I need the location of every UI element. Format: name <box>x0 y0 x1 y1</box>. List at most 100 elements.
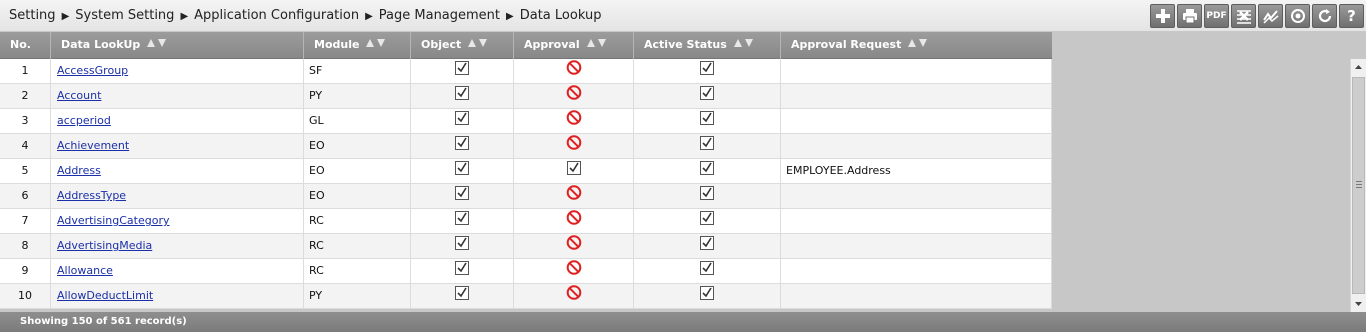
table-row[interactable]: 4 Achievement EO <box>0 134 1052 159</box>
data-lookup-cell: AllowDeductLimit <box>51 284 304 309</box>
print-button[interactable] <box>1177 4 1202 28</box>
approval-cell <box>514 209 634 234</box>
add-button[interactable] <box>1150 4 1175 28</box>
chart-button[interactable] <box>1258 4 1283 28</box>
filter-button[interactable] <box>1285 4 1310 28</box>
table-row[interactable]: 3 accperiod GL <box>0 109 1052 134</box>
approval-request-cell <box>781 109 1052 134</box>
checkbox-checked-icon <box>700 260 714 284</box>
data-lookup-link[interactable]: Account <box>57 89 101 102</box>
data-grid: No. Data LookUp Module Object Approval A… <box>0 32 1366 312</box>
help-icon: ? <box>1347 7 1356 25</box>
breadcrumb-page-management[interactable]: Page Management <box>379 8 500 23</box>
breadcrumb-system-setting[interactable]: System Setting <box>75 8 174 23</box>
approval-cell <box>514 159 634 184</box>
sort-icon[interactable] <box>365 32 387 58</box>
sort-icon[interactable] <box>586 32 608 58</box>
checkbox-checked-icon <box>700 285 714 309</box>
table-row[interactable]: 6 AddressType EO <box>0 184 1052 209</box>
print-icon <box>1182 9 1197 24</box>
table-row[interactable]: 8 AdvertisingMedia RC <box>0 234 1052 259</box>
checkbox-checked-icon <box>700 110 714 134</box>
table-row[interactable]: 1 AccessGroup SF <box>0 59 1052 84</box>
data-lookup-link[interactable]: AllowDeductLimit <box>57 289 153 302</box>
scroll-up-arrow-icon[interactable] <box>1351 59 1366 75</box>
scrollbar-thumb[interactable] <box>1352 77 1365 294</box>
vertical-scrollbar[interactable] <box>1350 59 1366 312</box>
row-number: 10 <box>0 284 51 309</box>
column-header-module[interactable]: Module <box>304 32 411 59</box>
table-row[interactable]: 5 Address EO EMPLOYEE.Address <box>0 159 1052 184</box>
data-lookup-link[interactable]: AddressType <box>57 189 126 202</box>
table-row[interactable]: 10 AllowDeductLimit PY <box>0 284 1052 309</box>
breadcrumb-application-configuration[interactable]: Application Configuration <box>194 8 359 23</box>
not-allowed-icon <box>566 209 582 234</box>
object-cell <box>411 284 514 309</box>
scroll-down-arrow-icon[interactable] <box>1351 296 1366 312</box>
breadcrumb: Setting ▶ System Setting ▶ Application Confi… <box>9 8 601 23</box>
filter-icon <box>1290 9 1305 23</box>
breadcrumb-setting[interactable]: Setting <box>9 8 56 23</box>
table-row[interactable]: 7 AdvertisingCategory RC <box>0 209 1052 234</box>
data-lookup-link[interactable]: Achievement <box>57 139 129 152</box>
sort-icon[interactable] <box>146 32 168 58</box>
data-lookup-cell: AdvertisingMedia <box>51 234 304 259</box>
pdf-button[interactable]: PDF <box>1204 4 1229 28</box>
table-row[interactable]: 9 Allowance RC <box>0 259 1052 284</box>
approval-request-cell <box>781 259 1052 284</box>
object-cell <box>411 184 514 209</box>
data-lookup-link[interactable]: AdvertisingCategory <box>57 214 169 227</box>
column-header-approval[interactable]: Approval <box>514 32 634 59</box>
data-lookup-cell: AdvertisingCategory <box>51 209 304 234</box>
checkbox-checked-icon <box>455 285 469 309</box>
data-lookup-link[interactable]: accperiod <box>57 114 111 127</box>
module-cell: RC <box>304 234 411 259</box>
object-cell <box>411 134 514 159</box>
column-header-no[interactable]: No. <box>0 32 51 59</box>
data-lookup-cell: accperiod <box>51 109 304 134</box>
column-header-object[interactable]: Object <box>411 32 514 59</box>
sort-icon[interactable] <box>733 32 755 58</box>
data-lookup-cell: AccessGroup <box>51 59 304 84</box>
table-row[interactable]: 2 Account PY <box>0 84 1052 109</box>
breadcrumb-arrow-icon: ▶ <box>61 11 70 22</box>
checkbox-checked-icon <box>700 85 714 109</box>
approval-request-cell <box>781 284 1052 309</box>
checkbox-checked-icon <box>700 235 714 259</box>
help-button[interactable]: ? <box>1339 4 1364 28</box>
column-header-active-status[interactable]: Active Status <box>634 32 781 59</box>
active-status-cell <box>634 184 781 209</box>
sort-icon[interactable] <box>907 32 929 58</box>
row-number: 4 <box>0 134 51 159</box>
data-lookup-cell: Achievement <box>51 134 304 159</box>
data-lookup-cell: Allowance <box>51 259 304 284</box>
checkbox-checked-icon <box>700 60 714 84</box>
excel-button[interactable] <box>1231 4 1256 28</box>
module-cell: EO <box>304 184 411 209</box>
checkbox-checked-icon <box>455 185 469 209</box>
top-bar: Setting ▶ System Setting ▶ Application Confi… <box>0 0 1366 32</box>
checkbox-checked-icon <box>700 160 714 184</box>
column-header-data-lookup[interactable]: Data LookUp <box>51 32 304 59</box>
row-number: 7 <box>0 209 51 234</box>
breadcrumb-arrow-icon: ▶ <box>180 11 189 22</box>
data-lookup-link[interactable]: AdvertisingMedia <box>57 239 152 252</box>
column-label-object: Object <box>421 38 462 51</box>
object-cell <box>411 159 514 184</box>
column-header-approval-request[interactable]: Approval Request <box>781 32 1052 59</box>
module-cell: RC <box>304 209 411 234</box>
row-number: 6 <box>0 184 51 209</box>
module-cell: RC <box>304 259 411 284</box>
checkbox-checked-icon <box>455 210 469 234</box>
active-status-cell <box>634 209 781 234</box>
not-allowed-icon <box>566 234 582 259</box>
data-lookup-link[interactable]: Allowance <box>57 264 113 277</box>
sort-icon[interactable] <box>467 32 489 58</box>
approval-cell <box>514 84 634 109</box>
toolbar: PDF ? <box>1150 4 1364 28</box>
checkbox-checked-icon <box>566 160 581 184</box>
refresh-button[interactable] <box>1312 4 1337 28</box>
data-lookup-link[interactable]: AccessGroup <box>57 64 128 77</box>
data-lookup-link[interactable]: Address <box>57 164 101 177</box>
scroll-grip-icon <box>1356 181 1362 188</box>
